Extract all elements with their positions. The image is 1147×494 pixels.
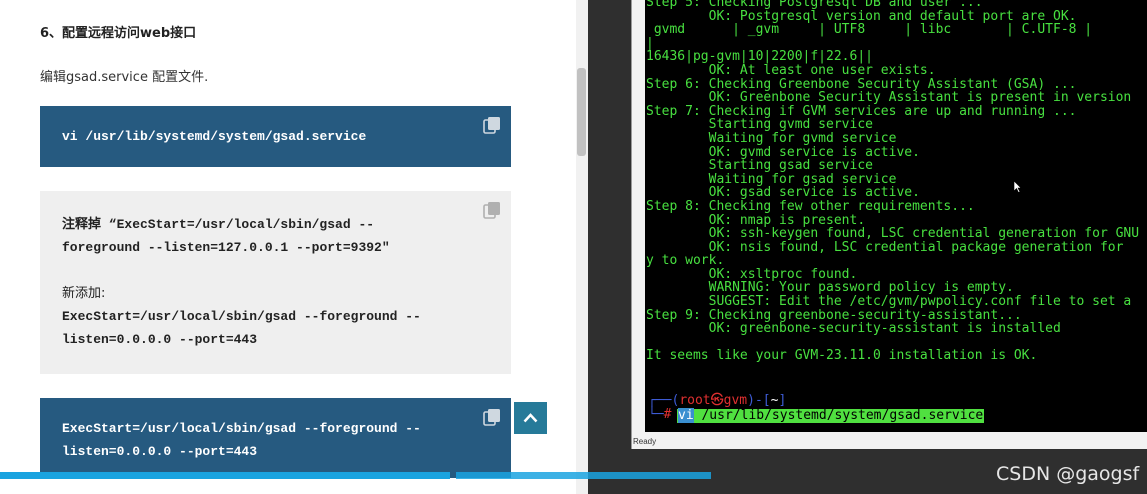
terminal-line: OK: At least one user exists.	[646, 62, 936, 78]
terminal-command: vi /usr/lib/systemd/system/gsad.service	[677, 408, 985, 423]
terminal-line: It seems like your GVM-23.11.0 installat…	[646, 348, 1038, 364]
terminal-line: Starting gvmd service	[646, 117, 873, 133]
copy-icon[interactable]	[483, 116, 501, 134]
terminal-output: Step 5: Checking Postgresql DB and user …	[646, 0, 1139, 363]
progress-played	[0, 472, 450, 479]
code-line: foreground --listen=127.0.0.1 --port=939…	[62, 240, 390, 255]
terminal-line: Waiting for gsad service	[646, 171, 897, 187]
code-block-vi: vi /usr/lib/systemd/system/gsad.service	[40, 106, 511, 167]
copy-icon[interactable]	[483, 408, 501, 426]
code-line: ExecStart=/usr/local/sbin/gsad --foregro…	[62, 309, 421, 324]
section-heading: 6、配置远程访问web接口	[40, 26, 197, 41]
terminal-line: OK: greenbone-security-assistant is inst…	[646, 321, 1061, 337]
terminal-line: |	[646, 35, 654, 51]
code-block-instructions: 注释掉 “ExecStart=/usr/local/sbin/gsad -- f…	[40, 191, 511, 374]
copy-icon[interactable]	[483, 201, 501, 219]
progress-buffered	[455, 472, 712, 479]
article-panel: 6、配置远程访问web接口 编辑gsad.service 配置文件. vi /u…	[0, 0, 588, 494]
terminal-line: OK: nmap is present.	[646, 212, 866, 228]
terminal-line: Step 8: Checking few other requirements.…	[646, 198, 975, 214]
terminal-line: OK: gvmd service is active.	[646, 144, 920, 160]
code-line: vi /usr/lib/systemd/system/gsad.service	[62, 129, 367, 144]
code-line: listen=0.0.0.0 --port=443	[62, 444, 258, 459]
terminal-line: OK: Greenbone Security Assistant is pres…	[646, 90, 1132, 106]
terminal-line: OK: ssh-keygen found, LSC credential gen…	[646, 226, 1140, 242]
watermark: CSDN @gaogsf	[996, 463, 1140, 485]
terminal-line: Starting gsad service	[646, 158, 873, 174]
terminal-line: Step 7: Checking if GVM services are up …	[646, 103, 1077, 119]
code-line: ExecStart=/usr/local/sbin/gsad --foregro…	[62, 421, 421, 436]
mouse-cursor-icon	[1014, 181, 1022, 193]
terminal-line: Waiting for gvmd service	[646, 130, 897, 146]
terminal-line: gvmd | _gvm | UTF8 | libc | C.UTF-8 |	[646, 22, 1093, 38]
code-line: 注释掉 “ExecStart=/usr/local/sbin/gsad --	[62, 217, 375, 232]
chevron-up-icon	[523, 413, 538, 423]
page-scrollbar-thumb[interactable]	[577, 68, 586, 156]
terminal-line: Step 9: Checking greenbone-security-assi…	[646, 307, 1022, 323]
scroll-top-button[interactable]	[514, 402, 547, 434]
status-ready: Ready	[633, 437, 657, 446]
terminal-line: OK: gsad service is active.	[646, 185, 920, 201]
terminal-line: OK: nsis found, LSC credential package g…	[646, 239, 1124, 255]
terminal-screen[interactable]: Step 5: Checking Postgresql DB and user …	[645, 0, 1147, 432]
code-block-execstart: ExecStart=/usr/local/sbin/gsad --foregro…	[40, 398, 511, 478]
code-line: listen=0.0.0.0 --port=443	[62, 332, 258, 347]
terminal-line: OK: Postgresql version and default port …	[646, 8, 1077, 24]
video-progress-bar[interactable]	[0, 472, 1147, 479]
terminal-line: SUGGEST: Edit the /etc/gvm/pwpolicy.conf…	[646, 294, 1132, 310]
terminal-line: WARNING: Your password policy is empty.	[646, 280, 1014, 296]
terminal-line: 16436|pg-gvm|10|2200|f|22.6||	[646, 49, 873, 65]
code-line: 新添加:	[62, 286, 106, 301]
intro-paragraph: 编辑gsad.service 配置文件.	[40, 70, 209, 85]
terminal-line: Step 6: Checking Greenbone Security Assi…	[646, 76, 1077, 92]
terminal-line: y to work.	[646, 253, 725, 269]
terminal-line: OK: xsltproc found.	[646, 266, 858, 282]
